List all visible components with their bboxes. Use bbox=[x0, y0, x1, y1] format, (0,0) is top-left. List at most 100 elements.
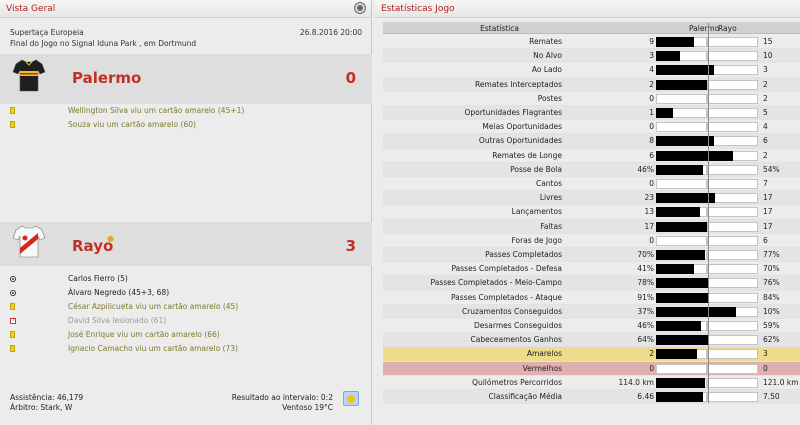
stat-home-value: 13 bbox=[644, 207, 654, 217]
home-bar-fill bbox=[656, 51, 680, 62]
settings-gear-icon[interactable] bbox=[355, 3, 365, 13]
home-bar-fill bbox=[656, 278, 708, 289]
stat-home-value: 3 bbox=[649, 51, 654, 61]
stat-home-value: 17 bbox=[644, 221, 654, 231]
referee[interactable]: Árbitro: Stark, W bbox=[10, 403, 83, 413]
home-bar-fill bbox=[656, 207, 700, 218]
yellow-card-icon bbox=[10, 107, 15, 116]
stat-row: Desarmes Conseguidos 46% 59% bbox=[383, 319, 800, 334]
stat-away-value: 10 bbox=[763, 51, 773, 61]
stat-comparison-bar bbox=[656, 335, 758, 346]
stat-home-value: 2 bbox=[649, 79, 654, 89]
match-info: Supertaça Europeia 26.8.2016 20:00 Final… bbox=[10, 28, 362, 50]
stat-home-value: 6 bbox=[649, 150, 654, 160]
stat-label: Lançamentos bbox=[511, 207, 562, 217]
stat-label: Cruzamentos Conseguidos bbox=[461, 306, 562, 316]
match-overview-panel: Vista Geral Supertaça Europeia 26.8.2016… bbox=[0, 0, 372, 425]
stat-row: Ao Lado 4 3 bbox=[383, 63, 800, 78]
event-item: Souza viu um cartão amarelo (60) bbox=[0, 118, 372, 132]
stat-label: Ao Lado bbox=[531, 65, 562, 75]
event-text[interactable]: Carlos Fierro (5) bbox=[68, 274, 128, 283]
stat-away-value: 84% bbox=[763, 292, 780, 302]
event-item: Ignacio Camacho viu um cartão amarelo (7… bbox=[0, 342, 372, 356]
stat-label: Meias Oportunidades bbox=[482, 122, 562, 132]
event-item: Wellington Silva viu um cartão amarelo (… bbox=[0, 104, 372, 118]
stat-home-value: 23 bbox=[644, 193, 654, 203]
stat-home-value: 0 bbox=[649, 122, 654, 132]
home-team-block: Palermo 0 bbox=[0, 54, 372, 104]
stat-comparison-bar bbox=[656, 377, 758, 388]
event-text[interactable]: Wellington Silva viu um cartão amarelo (… bbox=[68, 106, 244, 115]
stat-row: Passes Completados - Defesa 41% 70% bbox=[383, 262, 800, 277]
stat-home-value: 70% bbox=[637, 250, 654, 259]
stat-comparison-bar bbox=[656, 37, 758, 47]
home-team-name[interactable]: Palermo bbox=[72, 69, 141, 87]
event-text[interactable]: José Enrique viu um cartão amarelo (66) bbox=[68, 330, 220, 339]
stat-away-value: 3 bbox=[763, 349, 768, 359]
home-bar-fill bbox=[656, 108, 673, 118]
stat-away-value: 6 bbox=[763, 235, 768, 245]
stat-label: Posse de Bola bbox=[510, 164, 562, 174]
goal-ball-icon bbox=[10, 275, 16, 284]
stat-home-value: 41% bbox=[637, 264, 654, 274]
stat-comparison-bar bbox=[656, 122, 758, 133]
stat-row: Quilómetros Percorridos 114.0 km 121.0 km bbox=[383, 376, 800, 390]
stat-row: Outras Oportunidades 8 6 bbox=[383, 134, 800, 149]
col-away-label: Rayo bbox=[718, 24, 737, 33]
yellow-card-icon bbox=[10, 331, 15, 340]
stat-away-value: 10% bbox=[763, 306, 780, 316]
stats-title: Estatísticas Jogo bbox=[381, 4, 455, 14]
home-team-score: 0 bbox=[345, 69, 356, 87]
stat-away-value: 76% bbox=[763, 278, 780, 288]
stat-label: Remates de Longe bbox=[492, 150, 562, 160]
stat-home-value: 64% bbox=[637, 335, 654, 345]
home-bar-fill bbox=[656, 349, 697, 360]
home-bar-fill bbox=[656, 250, 705, 260]
event-item: José Enrique viu um cartão amarelo (66) bbox=[0, 328, 372, 342]
stat-row: Cruzamentos Conseguidos 37% 10% bbox=[383, 304, 800, 319]
stat-label: Remates bbox=[529, 37, 562, 46]
stat-label: Cabeceamentos Ganhos bbox=[470, 335, 562, 345]
stat-label: Outras Oportunidades bbox=[478, 136, 562, 146]
event-text[interactable]: Ignacio Camacho viu um cartão amarelo (7… bbox=[68, 344, 238, 353]
home-bar-fill bbox=[656, 392, 703, 402]
home-bar-fill bbox=[656, 37, 694, 47]
stat-comparison-bar bbox=[656, 392, 758, 402]
match-footer-info: Assistência: 46,179 Árbitro: Stark, W bbox=[10, 393, 83, 413]
stat-label: No Alvo bbox=[533, 51, 562, 61]
stat-comparison-bar bbox=[656, 79, 758, 90]
halftime-result: Resultado ao intervalo: 0:2 bbox=[231, 393, 333, 402]
stat-label: Passes Completados - Ataque bbox=[450, 292, 562, 302]
stat-label: Desarmes Conseguidos bbox=[473, 321, 562, 330]
stat-comparison-bar bbox=[656, 65, 758, 76]
stat-label: Remates Interceptados bbox=[475, 79, 562, 89]
event-text[interactable]: Álvaro Negredo (45+3, 68) bbox=[68, 288, 169, 297]
stat-home-value: 0 bbox=[649, 235, 654, 245]
stat-comparison-bar bbox=[656, 207, 758, 218]
stats-center-line bbox=[708, 23, 709, 403]
attendance: Assistência: 46,179 bbox=[10, 393, 84, 402]
stat-away-value: 2 bbox=[763, 150, 768, 160]
stat-label: Passes Completados - Meio-Campo bbox=[430, 278, 562, 288]
stat-label: Livres bbox=[539, 193, 562, 203]
event-text[interactable]: Souza viu um cartão amarelo (60) bbox=[68, 120, 196, 129]
stat-label: Quilómetros Percorridos bbox=[472, 377, 562, 387]
stat-label: Oportunidades Flagrantes bbox=[464, 108, 562, 117]
stat-comparison-bar bbox=[656, 51, 758, 62]
event-text[interactable]: César Azpilicueta viu um cartão amarelo … bbox=[68, 302, 238, 311]
stat-row: Remates de Longe 6 2 bbox=[383, 149, 800, 163]
home-bar-fill bbox=[656, 292, 709, 303]
stat-row: Lançamentos 13 17 bbox=[383, 205, 800, 220]
stat-row: Foras de Jogo 0 6 bbox=[383, 234, 800, 248]
yellow-card-icon bbox=[10, 121, 15, 130]
overview-title: Vista Geral bbox=[6, 4, 56, 14]
stat-home-value: 8 bbox=[649, 136, 654, 146]
stat-label: Passes Completados bbox=[485, 250, 562, 259]
away-events-list: Carlos Fierro (5) Álvaro Negredo (45+3, … bbox=[0, 272, 372, 356]
stat-label: Classificação Média bbox=[488, 392, 562, 401]
home-events-list: Wellington Silva viu um cartão amarelo (… bbox=[0, 104, 372, 132]
stat-home-value: 0 bbox=[649, 179, 654, 188]
event-text[interactable]: David Silva lesionado (61) bbox=[68, 316, 166, 325]
stat-comparison-bar bbox=[656, 164, 758, 175]
stat-row: Vermelhos 0 0 bbox=[383, 361, 800, 376]
